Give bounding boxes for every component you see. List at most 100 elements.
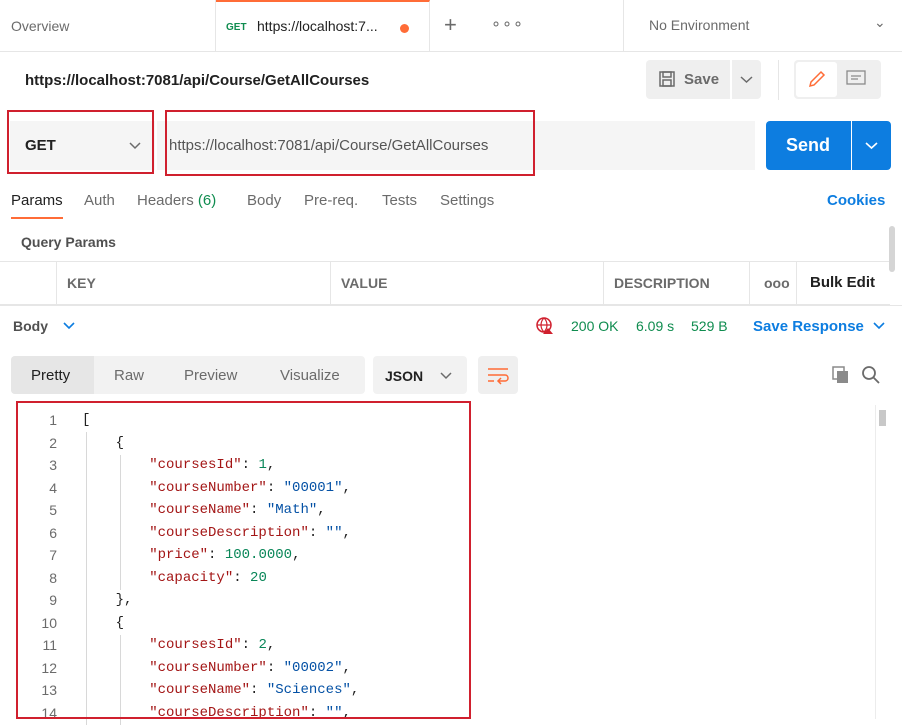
code-token: "00001" [283, 479, 343, 496]
code-line: 3 "coursesId": 1, [0, 455, 875, 477]
code-token: }, [82, 592, 133, 608]
query-params-heading: Query Params [21, 234, 116, 250]
code-token: , [342, 659, 351, 676]
wrap-lines-button[interactable] [478, 356, 518, 394]
line-content: "courseNumber": "00002", [82, 660, 351, 676]
code-token: , [317, 502, 326, 518]
tab-tests[interactable]: Tests [382, 192, 417, 209]
column-options-icon[interactable]: ooo [764, 275, 790, 291]
tab-settings[interactable]: Settings [440, 192, 494, 209]
edit-mode-button[interactable] [796, 62, 837, 97]
code-token: [ [82, 412, 91, 428]
method-select[interactable]: GET [10, 121, 155, 170]
tab-pre-request[interactable]: Pre-req. [304, 192, 358, 209]
tab-body[interactable]: Body [247, 192, 281, 209]
line-content: "price": 100.0000, [82, 547, 300, 563]
status-code[interactable]: 200 OK [571, 318, 618, 334]
format-visualize[interactable]: Visualize [280, 367, 340, 384]
environment-selector[interactable]: No Environment ⌄ [623, 0, 902, 51]
pane-divider[interactable] [0, 305, 902, 306]
response-code-viewer[interactable]: 1[2 {3 "coursesId": 1, 4 "courseNumber": … [0, 410, 875, 725]
request-scrollbar[interactable] [889, 226, 895, 272]
line-content: "courseDescription": "", [82, 525, 351, 541]
comment-icon[interactable] [845, 69, 867, 89]
search-icon[interactable] [861, 365, 881, 385]
tab-bar: Overview GET https://localhost:7... + ∘∘… [0, 0, 902, 52]
language-select[interactable]: JSON [373, 356, 467, 394]
code-token: "courseName" [149, 682, 251, 698]
tab-overview[interactable]: Overview [0, 0, 216, 51]
code-line: 13 "courseName": "Sciences", [0, 680, 875, 702]
line-content: "courseName": "Sciences", [82, 682, 359, 698]
code-token: "courseName" [149, 502, 251, 518]
chevron-down-icon [440, 372, 452, 380]
view-mode-toggle [794, 60, 881, 99]
save-button[interactable]: Save [646, 60, 730, 99]
chevron-down-icon[interactable] [62, 320, 76, 332]
line-number: 7 [49, 547, 57, 563]
format-preview[interactable]: Preview [184, 367, 237, 384]
more-tabs-icon[interactable]: ∘∘∘ [491, 14, 524, 34]
globe-warning-icon[interactable] [535, 316, 555, 336]
environment-label: No Environment [649, 17, 750, 33]
line-content: "courseName": "Math", [82, 502, 326, 518]
code-token: "Math" [266, 502, 318, 518]
format-mode-group: Pretty Raw Preview Visualize [11, 356, 365, 394]
url-input[interactable] [157, 121, 747, 170]
tab-url-label: https://localhost:7... [257, 18, 378, 34]
code-token: "Sciences" [266, 682, 351, 698]
cookies-link[interactable]: Cookies [827, 192, 885, 209]
code-token: , [342, 479, 351, 496]
send-dropdown-button[interactable] [852, 121, 891, 170]
save-dropdown-button[interactable] [732, 60, 761, 99]
line-content: "capacity": 20 [82, 570, 267, 586]
code-token: 100.0000 [224, 547, 293, 563]
code-token: "00002" [283, 659, 343, 676]
format-pretty[interactable]: Pretty [31, 367, 70, 384]
tab-request-active[interactable]: GET https://localhost:7... [216, 0, 430, 51]
code-line: 7 "price": 100.0000, [0, 545, 875, 567]
code-token: "" [325, 704, 343, 721]
unsaved-dot-icon [400, 24, 409, 33]
code-token: : [266, 659, 284, 676]
line-content: }, [82, 592, 133, 608]
toolbar-divider [778, 60, 779, 100]
tab-params[interactable]: Params [11, 192, 63, 209]
line-content: "courseDescription": "", [82, 705, 351, 721]
response-time[interactable]: 6.09 s [636, 318, 674, 334]
response-size[interactable]: 529 B [691, 318, 728, 334]
pencil-icon [808, 70, 826, 88]
tab-method-badge: GET [226, 22, 247, 33]
code-token: "courseNumber" [149, 479, 267, 496]
new-tab-plus-icon[interactable]: + [444, 12, 457, 38]
tab-headers[interactable]: Headers (6) [137, 192, 216, 209]
send-button[interactable]: Send [766, 121, 851, 170]
save-response-button[interactable]: Save Response [753, 318, 864, 335]
response-body-label[interactable]: Body [13, 318, 48, 334]
copy-icon[interactable] [831, 365, 851, 385]
language-label: JSON [385, 368, 424, 384]
column-divider [330, 262, 332, 304]
line-number: 10 [41, 614, 57, 631]
bulk-edit-button[interactable]: Bulk Edit [810, 274, 875, 291]
code-token: "" [325, 524, 343, 541]
chevron-down-icon [740, 76, 753, 84]
code-token: : [233, 569, 251, 586]
format-raw[interactable]: Raw [114, 367, 144, 384]
code-token: , [292, 547, 301, 563]
line-number: 9 [49, 592, 57, 608]
code-token: : [250, 502, 267, 518]
code-scrollbar[interactable] [879, 410, 886, 426]
code-token: "courseDescription" [149, 704, 309, 721]
column-description: DESCRIPTION [614, 275, 710, 291]
chevron-down-icon [865, 142, 878, 150]
chevron-down-icon[interactable] [872, 320, 886, 332]
tab-auth[interactable]: Auth [84, 192, 115, 209]
tab-overview-label: Overview [11, 18, 70, 34]
line-number: 4 [49, 479, 57, 496]
